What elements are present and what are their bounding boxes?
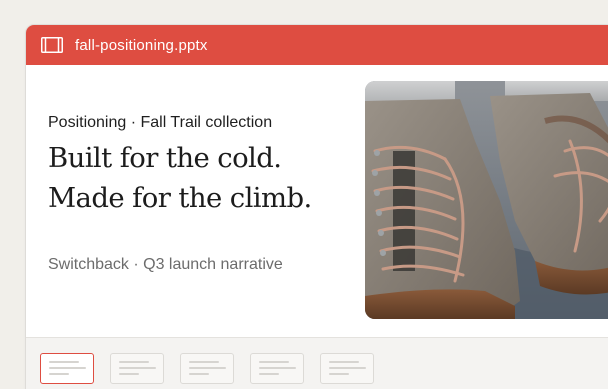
slide-thumbnail-4[interactable] [250, 353, 304, 384]
file-name: fall-positioning.pptx [75, 36, 208, 54]
presentation-window: fall-positioning.pptx Positioning · Fall… [26, 25, 608, 389]
slides-icon [41, 37, 63, 53]
slide-headline: Built for the cold. Made for the climb. [48, 138, 312, 218]
slide-thumbnail-1[interactable] [40, 353, 94, 384]
slide-thumbnail-2[interactable] [110, 353, 164, 384]
slide-thumbnail-5[interactable] [320, 353, 374, 384]
hero-image [365, 81, 608, 319]
slide-eyebrow: Positioning · Fall Trail collection [48, 114, 273, 131]
title-bar: fall-positioning.pptx [26, 25, 608, 65]
slide-subline: Switchback · Q3 launch narrative [48, 256, 283, 273]
slide-thumbnail-strip [26, 337, 608, 389]
headline-line-2: Made for the climb. [48, 182, 312, 214]
slide-thumbnail-3[interactable] [180, 353, 234, 384]
headline-line-1: Built for the cold. [48, 142, 282, 174]
slide-canvas[interactable]: Positioning · Fall Trail collection Buil… [26, 65, 608, 337]
